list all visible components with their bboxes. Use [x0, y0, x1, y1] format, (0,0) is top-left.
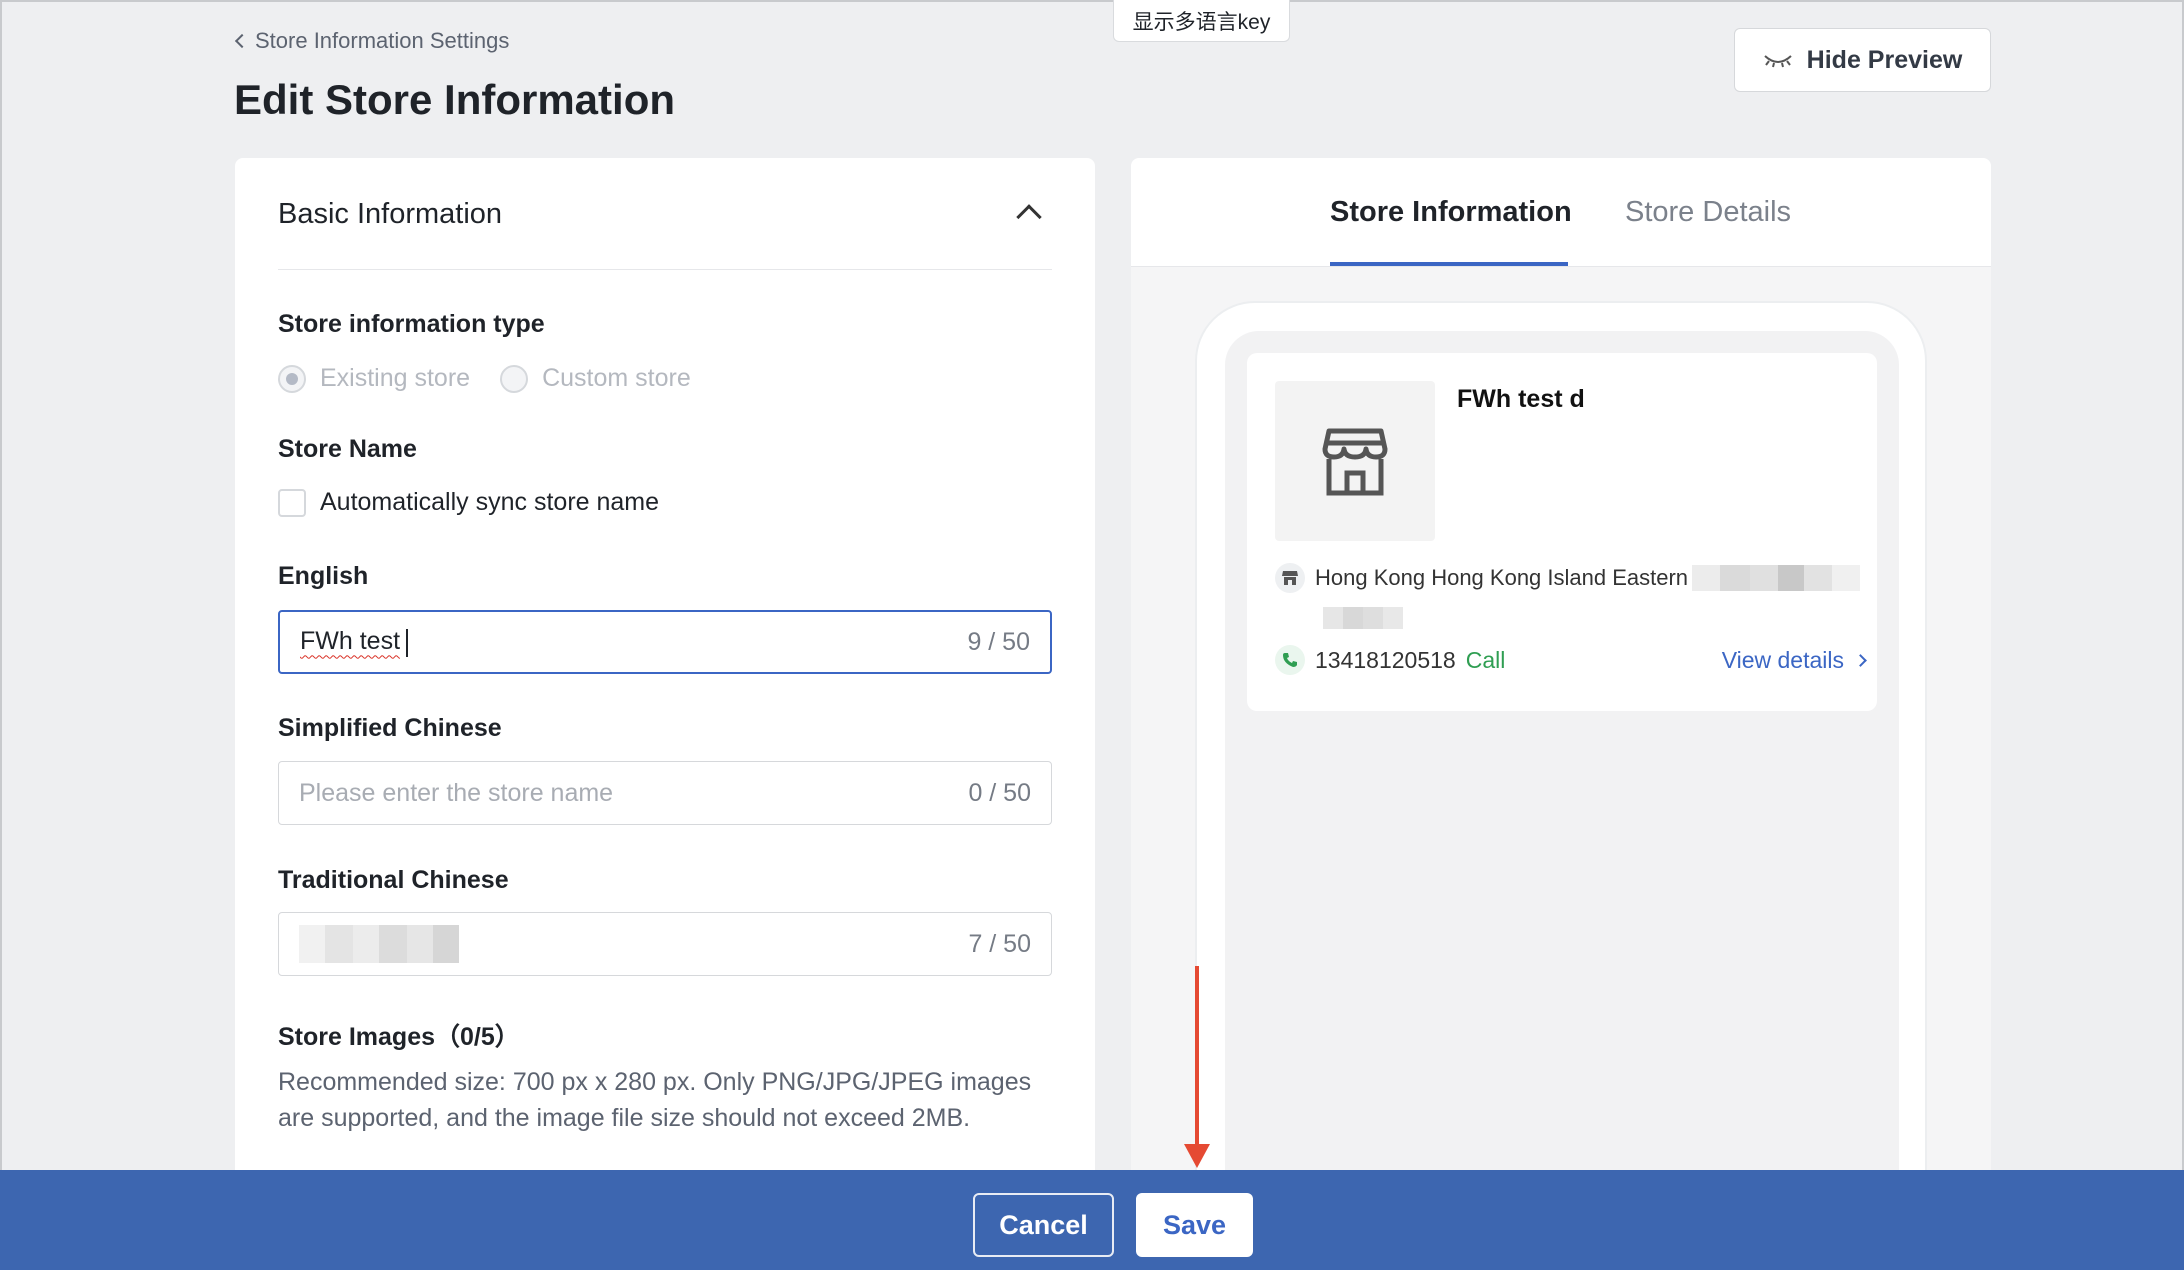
active-tab-indicator [1330, 262, 1568, 266]
traditional-chinese-input[interactable]: 7 / 50 [278, 912, 1052, 976]
redacted-address-line2 [1323, 607, 1403, 629]
simplified-chinese-input[interactable]: Please enter the store name 0 / 50 [278, 761, 1052, 825]
sync-store-name-label: Automatically sync store name [320, 488, 660, 516]
breadcrumb[interactable]: Store Information Settings [233, 28, 509, 54]
chevron-left-icon [234, 33, 250, 49]
section-title: Basic Information [278, 198, 503, 230]
shop-pin-icon [1275, 563, 1305, 593]
radio-existing-label: Existing store [320, 364, 471, 392]
text-caret [406, 628, 409, 657]
redacted-address [1692, 565, 1861, 591]
eye-closed-icon [1763, 52, 1793, 68]
phone-row: 13418120518 Call View details [1275, 645, 1867, 675]
simplified-char-count: 0 / 50 [968, 778, 1031, 807]
store-images-label: Store Images（0/5） [278, 1023, 520, 1051]
tab-store-details[interactable]: Store Details [1625, 196, 1791, 229]
radio-existing-indicator[interactable] [278, 364, 306, 393]
sync-store-name-checkbox[interactable] [278, 488, 306, 517]
simplified-chinese-placeholder: Please enter the store name [299, 778, 614, 807]
address-row: Hong Kong Hong Kong Island Eastern [1275, 563, 1861, 593]
traditional-char-count: 7 / 50 [968, 929, 1031, 958]
save-button[interactable]: Save [1136, 1193, 1253, 1257]
english-name-value: FWh test [300, 627, 401, 656]
radio-existing-store[interactable]: Existing store [278, 364, 470, 393]
english-name-value-wrap: FWh test [300, 627, 967, 657]
view-details-label: View details [1721, 646, 1844, 673]
preview-phone-number: 13418120518 [1315, 646, 1456, 673]
english-name-input[interactable]: FWh test 9 / 50 [278, 610, 1052, 674]
chevron-up-icon[interactable] [1016, 204, 1042, 230]
bottom-action-bar: Cancel Save [0, 1170, 2184, 1270]
english-label: English [278, 562, 369, 590]
store-name-label: Store Name [278, 435, 417, 463]
preview-store-name: FWh test d [1457, 385, 1585, 413]
tab-store-information[interactable]: Store Information [1330, 196, 1572, 229]
preview-card: Store Information Store Details FWh test… [1131, 158, 1991, 1270]
simplified-chinese-label: Simplified Chinese [278, 714, 502, 742]
view-details-link[interactable]: View details [1721, 646, 1867, 674]
phone-mockup: FWh test d Hong Kong Hong Kong Island Ea… [1195, 301, 1927, 1270]
annotation-arrow-line [1195, 966, 1199, 1148]
store-icon [1322, 428, 1388, 496]
traditional-chinese-label: Traditional Chinese [278, 866, 509, 894]
basic-info-section-header[interactable]: Basic Information [278, 198, 1052, 270]
cancel-button[interactable]: Cancel [973, 1193, 1114, 1257]
redacted-value [299, 925, 968, 963]
sync-store-name-checkbox-row[interactable]: Automatically sync store name [278, 488, 659, 517]
edit-form-card: Basic Information Store information type… [235, 158, 1095, 1270]
store-preview-card: FWh test d Hong Kong Hong Kong Island Ea… [1247, 353, 1877, 711]
store-type-label: Store information type [278, 310, 545, 338]
call-link[interactable]: Call [1466, 647, 1506, 674]
hide-preview-label: Hide Preview [1806, 45, 1963, 74]
annotation-arrow-head [1184, 1144, 1210, 1168]
store-type-radio-group: Existing store Custom store [278, 364, 721, 393]
breadcrumb-label[interactable]: Store Information Settings [255, 28, 509, 54]
phone-icon [1275, 645, 1305, 675]
preview-tabbar: Store Information Store Details [1131, 158, 1991, 267]
hide-preview-button[interactable]: Hide Preview [1734, 28, 1991, 92]
page-title: Edit Store Information [234, 76, 675, 123]
chevron-right-icon [1854, 653, 1867, 667]
store-thumbnail [1275, 381, 1435, 541]
preview-address: Hong Kong Hong Kong Island Eastern [1315, 565, 1689, 590]
store-images-hint: Recommended size: 700 px x 280 px. Only … [278, 1068, 1032, 1132]
show-language-key-button[interactable]: 显示多语言key [1113, 0, 1290, 42]
english-char-count: 9 / 50 [967, 627, 1030, 656]
phone-screen: FWh test d Hong Kong Hong Kong Island Ea… [1225, 331, 1899, 1270]
radio-custom-indicator[interactable] [500, 364, 529, 393]
radio-custom-store[interactable]: Custom store [500, 364, 691, 393]
radio-custom-label: Custom store [542, 364, 691, 392]
